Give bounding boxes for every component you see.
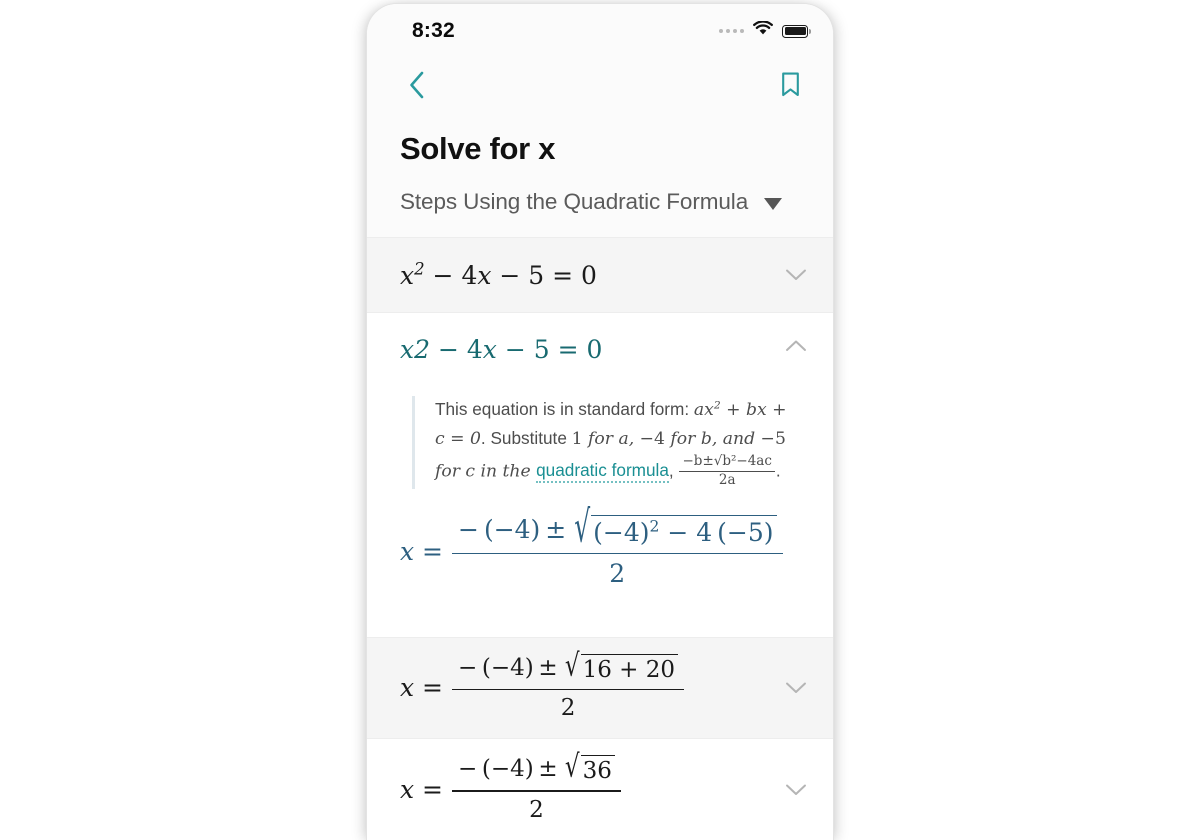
for-c-text: for c in the <box>435 461 537 482</box>
step-radicand: 36 <box>580 755 615 785</box>
page-title: Solve for x <box>400 131 556 166</box>
substituted-formula-fraction: − (−4) ± √ (−4)2 − 4 (−5) 2 <box>452 501 783 589</box>
step-equation: x2 − 4x − 5 = 0 <box>400 259 597 290</box>
step-numerator: − (−4) ± √ 16 + 20 <box>452 648 684 689</box>
chevron-down-icon[interactable] <box>785 268 807 282</box>
method-selector-label: Steps Using the Quadratic Formula <box>400 189 749 215</box>
substituted-formula: x = − (−4) ± √ (−4)2 − 4 (−5) 2 <box>400 489 800 619</box>
step-numerator: − (−4) ± √ 36 <box>452 750 621 790</box>
value-b: −4 <box>639 429 665 450</box>
step-explanation-callout: This equation is in standard form: ax2 +… <box>412 396 800 489</box>
chevron-left-icon <box>408 71 425 104</box>
status-bar-time: 8:32 <box>412 19 455 42</box>
substituted-formula-numerator: − (−4) ± √ (−4)2 − 4 (−5) <box>452 501 782 553</box>
inline-formula-denominator: 2a <box>718 471 736 488</box>
caret-down-icon <box>764 197 783 210</box>
step-radicand: 16 + 20 <box>580 653 679 684</box>
for-a-text: for a, <box>582 429 640 450</box>
explanation-comma: , <box>668 460 679 481</box>
battery-full-icon <box>782 24 811 38</box>
step-lhs: x = <box>400 673 444 703</box>
method-selector[interactable]: Steps Using the Quadratic Formula <box>367 189 833 215</box>
bookmark-icon <box>781 72 800 102</box>
step-row-original-equation[interactable]: x2 − 4x − 5 = 0 <box>367 238 833 314</box>
step-fraction: − (−4) ± √ 16 + 20 2 <box>452 648 685 723</box>
step-denominator: 2 <box>529 796 544 823</box>
nav-bar <box>367 56 833 118</box>
step-equation: x = − (−4) ± √ 16 + 20 2 <box>400 638 685 739</box>
substituted-formula-denominator: 2 <box>609 559 626 588</box>
back-button[interactable] <box>399 70 433 104</box>
inline-formula-numerator: −b±√b²−4ac <box>679 453 775 472</box>
substituted-formula-lhs: x = <box>400 537 444 567</box>
wifi-icon <box>753 20 773 41</box>
step-equation: x = − (−4) ± √ 36 2 <box>400 739 621 840</box>
signal-dots-icon <box>719 29 744 33</box>
solution-steps-list: x2 − 4x − 5 = 0 x2 − 4x − 5 = 0 This equ… <box>367 238 833 840</box>
step-lhs: x = <box>400 775 444 805</box>
step-fraction: − (−4) ± √ 36 2 <box>452 750 621 824</box>
step-row-simplify-square[interactable]: x = − (−4) ± √ 16 + 20 2 <box>367 637 833 740</box>
standard-form-a-exponent: 2 <box>713 398 721 412</box>
chevron-down-icon[interactable] <box>785 681 807 695</box>
explanation-part2: . Substitute <box>480 428 572 449</box>
screenshot-canvas: 8:32 Solve for x Steps Using the Quadrat… <box>0 0 1200 840</box>
status-bar: 8:32 <box>367 4 833 56</box>
step-equation: x2 − 4x − 5 = 0 <box>400 335 603 365</box>
step-denominator: 2 <box>560 695 576 722</box>
explanation-period: . <box>775 460 781 481</box>
step-row-add-terms[interactable]: x = − (−4) ± √ 36 2 <box>367 739 833 840</box>
for-b-text: for b, and <box>664 429 761 450</box>
page-header: Solve for x Steps Using the Quadratic Fo… <box>367 118 833 239</box>
standard-form-a: ax <box>693 400 714 421</box>
chevron-down-icon[interactable] <box>785 783 807 797</box>
phone-frame: 8:32 Solve for x Steps Using the Quadrat… <box>367 4 833 840</box>
explanation-part1: This equation is in standard form: <box>435 399 694 420</box>
bookmark-button[interactable] <box>773 70 807 104</box>
step-row-standard-form[interactable]: x2 − 4x − 5 = 0 This equation is in stan… <box>367 313 833 638</box>
value-c: −5 <box>760 429 786 450</box>
quadratic-formula-link[interactable]: quadratic formula <box>536 460 669 484</box>
status-bar-indicators <box>719 20 811 41</box>
value-a: 1 <box>571 429 583 450</box>
inline-quadratic-formula: −b±√b²−4ac 2a <box>679 453 775 489</box>
step-explanation-text: This equation is in standard form: ax2 +… <box>435 396 795 489</box>
